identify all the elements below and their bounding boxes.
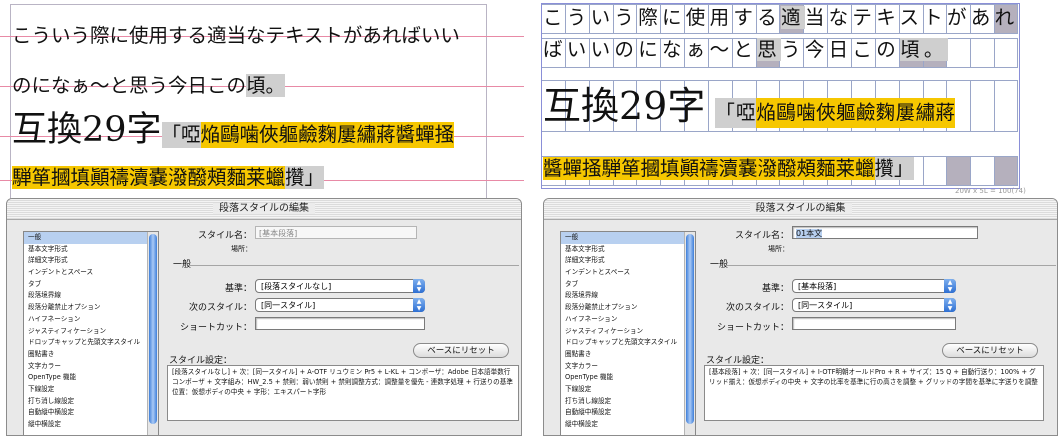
scroll-thumb[interactable] <box>686 234 694 424</box>
grid-count-note: 20W x 5L = 100(74) <box>955 187 1026 195</box>
next-style-label: 次のスタイル： <box>188 303 252 313</box>
next-style-label: 次のスタイル： <box>725 303 789 313</box>
category-item[interactable]: ジャスティフィケーション <box>561 326 695 338</box>
category-item[interactable]: 段落分離禁止オプション <box>24 302 158 314</box>
style-settings-text: [段落スタイルなし] + 次：[同一スタイル] + A-OTF リュウミン Pr… <box>167 365 519 421</box>
category-item[interactable]: OpenType 機能 <box>24 372 158 384</box>
location-label: 場所： <box>231 245 252 253</box>
text-line-2: ばいいのになぁ〜と思う今日この頃。 <box>543 38 948 61</box>
location-label: 場所： <box>768 245 789 253</box>
based-on-label: 基準： <box>224 284 252 294</box>
category-item[interactable]: 圏點書き <box>561 349 695 361</box>
category-item[interactable]: 段落境界線 <box>561 290 695 302</box>
style-name-field[interactable]: 01本文 <box>792 226 978 239</box>
category-item[interactable]: ジャスティフィケーション <box>24 326 158 338</box>
category-item[interactable]: 自動縦中横設定 <box>24 407 158 419</box>
shortcut-field[interactable] <box>255 317 425 330</box>
paragraph-style-dialog: 段落スタイルの編集 一般 基本文字形式 詳細文字形式 インデントとスペース タブ 段落境界… <box>6 198 522 436</box>
category-item[interactable]: 段落境界線 <box>24 290 158 302</box>
category-items: 一般 基本文字形式 詳細文字形式 インデントとスペース タブ 段落境界線 段落分離禁止オプシ… <box>24 232 158 431</box>
category-item[interactable]: 基本文字形式 <box>24 244 158 256</box>
category-items: 一般 基本文字形式 詳細文字形式 インデントとスペース タブ 段落境界線 段落分離禁止オプシ… <box>561 232 695 431</box>
right-panel: こういう際に使用する適当なテキストがあれ ばいいのになぁ〜と思う今日この頃。 互… <box>537 0 1060 436</box>
section-divider <box>189 265 519 266</box>
shortcut-label: ショートカット： <box>179 323 252 333</box>
dropdown-arrows-icon: ▲ ▼ <box>944 298 956 312</box>
scroll-thumb[interactable] <box>149 234 157 424</box>
category-scrollbar[interactable] <box>147 232 158 435</box>
category-item[interactable]: 一般 <box>561 232 695 244</box>
category-item[interactable]: インデントとスペース <box>561 267 695 279</box>
category-item[interactable]: 打ち消し線設定 <box>24 396 158 408</box>
category-list[interactable]: 一般 基本文字形式 詳細文字形式 インデントとスペース タブ 段落境界線 段落分離禁止オプシ… <box>23 231 159 435</box>
category-item[interactable]: 打ち消し線設定 <box>561 396 695 408</box>
category-item[interactable]: 縦中横設定 <box>24 419 158 431</box>
based-on-dropdown[interactable]: [段落スタイルなし] ▲ ▼ <box>255 279 425 293</box>
reset-to-base-button[interactable]: ベースにリセット <box>942 343 1038 358</box>
category-item[interactable]: 詳細文字形式 <box>24 255 158 267</box>
category-item[interactable]: タブ <box>24 279 158 291</box>
category-item[interactable]: 圏點書き <box>24 349 158 361</box>
category-item[interactable]: インデントとスペース <box>24 267 158 279</box>
based-on-dropdown[interactable]: [基本段落] ▲ ▼ <box>792 279 956 293</box>
category-list[interactable]: 一般 基本文字形式 詳細文字形式 インデントとスペース タブ 段落境界線 段落分離禁止オプシ… <box>560 231 696 435</box>
category-item[interactable]: 下線設定 <box>561 384 695 396</box>
category-item[interactable]: 段落分離禁止オプション <box>561 302 695 314</box>
right-text-frame[interactable]: こういう際に使用する適当なテキストがあれ ばいいのになぁ〜と思う今日この頃。 互… <box>537 0 1060 200</box>
section-general: 一般 <box>173 260 192 270</box>
category-item[interactable]: 下線設定 <box>24 384 158 396</box>
category-item[interactable]: ドロップキャップと先頭文字スタイル <box>24 337 158 349</box>
reset-to-base-button[interactable]: ベースにリセット <box>413 343 509 358</box>
category-item[interactable]: OpenType 機能 <box>561 372 695 384</box>
based-on-label: 基準： <box>761 284 789 294</box>
category-item[interactable]: 詳細文字形式 <box>561 255 695 267</box>
category-item[interactable]: 自動縦中横設定 <box>561 407 695 419</box>
text-line-1: こういう際に使用する適当なテキストがあればいい <box>12 24 460 47</box>
dropdown-arrows-icon: ▲ ▼ <box>413 298 425 312</box>
dropdown-arrows-icon: ▲ ▼ <box>413 279 425 293</box>
category-item[interactable]: ハイフネーション <box>24 314 158 326</box>
style-name-label: スタイル名： <box>734 231 789 241</box>
section-general: 一般 <box>710 260 729 270</box>
category-item[interactable]: 縦中横設定 <box>561 419 695 431</box>
category-item[interactable]: 一般 <box>24 232 158 244</box>
category-item[interactable]: ハイフネーション <box>561 314 695 326</box>
category-item[interactable]: タブ <box>561 279 695 291</box>
category-item[interactable]: 文字カラー <box>24 361 158 373</box>
dropdown-arrows-icon: ▲ ▼ <box>944 279 956 293</box>
paragraph-style-dialog: 段落スタイルの編集 一般 基本文字形式 詳細文字形式 インデントとスペース タブ 段落境界… <box>543 198 1058 436</box>
text-line-4: 醬蟬掻騨箪摑填顚禱瀆嚢潑醱頰麵莱蠟攢」 <box>543 157 914 180</box>
style-settings-text: [基本段落] + 次：[同一スタイル] + I-OTF明朝オールドPro + R… <box>704 365 1044 421</box>
text-line-3: 互換29字「啞焔鷗噛俠軀鹼麴屢繡蔣醬蟬掻 <box>12 110 455 150</box>
category-item[interactable]: ドロップキャップと先頭文字スタイル <box>561 337 695 349</box>
dialog-titlebar[interactable]: 段落スタイルの編集 <box>544 199 1057 220</box>
text-line-4: 騨箪摑填顚禱瀆嚢潑醱頰麵莱蠟攢」 <box>12 166 325 189</box>
next-style-dropdown[interactable]: [同一スタイル] ▲ ▼ <box>792 298 956 312</box>
shortcut-label: ショートカット： <box>716 323 789 333</box>
category-item[interactable]: 文字カラー <box>561 361 695 373</box>
text-line-1: こういう際に使用する適当なテキストがあれ <box>543 6 1019 29</box>
text-line-3: 互換29字 「啞焔鷗噛俠軀鹼麴屢繡蔣 <box>543 84 956 128</box>
section-divider <box>726 265 1056 266</box>
dialog-titlebar[interactable]: 段落スタイルの編集 <box>7 199 521 220</box>
category-scrollbar[interactable] <box>684 232 695 435</box>
text-line-2: のになぁ〜と思う今日この頃。 <box>12 74 286 97</box>
left-text-frame[interactable]: こういう際に使用する適当なテキストがあればいい のになぁ〜と思う今日この頃。 互… <box>0 0 524 200</box>
left-panel: こういう際に使用する適当なテキストがあればいい のになぁ〜と思う今日この頃。 互… <box>0 0 524 436</box>
category-item[interactable]: 基本文字形式 <box>561 244 695 256</box>
shortcut-field[interactable] <box>792 317 956 330</box>
next-style-dropdown[interactable]: [同一スタイル] ▲ ▼ <box>255 298 425 312</box>
style-name-field[interactable]: [基本段落] <box>255 226 417 239</box>
style-name-label: スタイル名： <box>197 231 252 241</box>
